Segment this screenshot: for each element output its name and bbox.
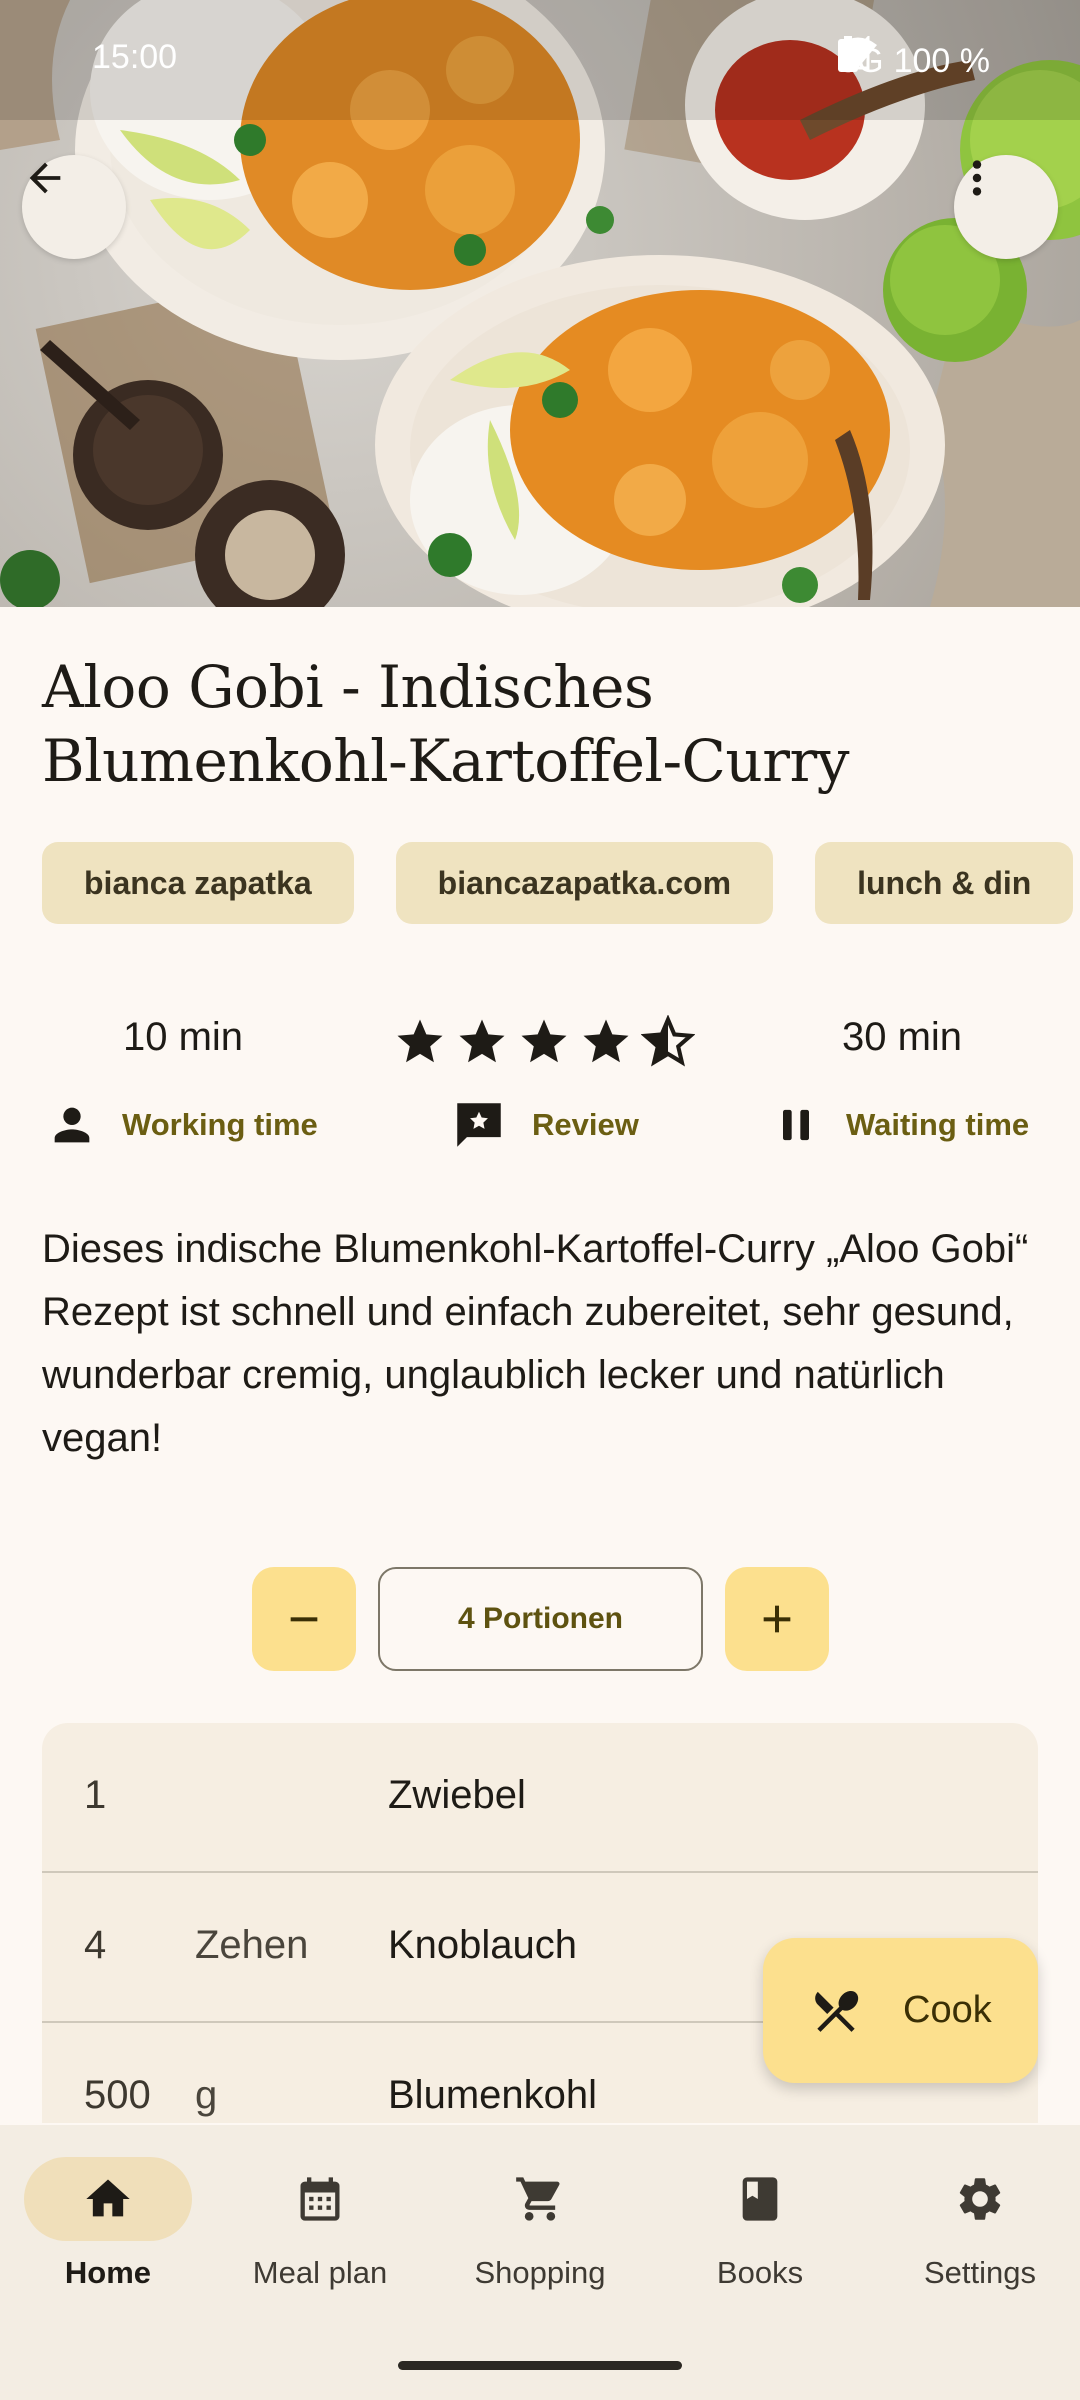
nav-label-shopping: Shopping [474, 2255, 606, 2290]
ingredient-name: Zwiebel [388, 1773, 526, 1817]
book-icon [742, 2177, 778, 2221]
plus-icon [763, 1605, 791, 1633]
star-full-icon [521, 1019, 567, 1063]
tag-chip-author[interactable]: bianca zapatka [42, 842, 354, 924]
nav-item-shopping[interactable]: Shopping [432, 2125, 648, 2325]
recipe-hero-image: 15:00 3G 100 % [0, 0, 1080, 607]
waiting-time-label-row: Waiting time [770, 1095, 1029, 1155]
status-bar: 15:00 3G 100 % [0, 0, 1080, 120]
nav-item-meal-plan[interactable]: Meal plan [212, 2125, 428, 2325]
calendar-icon [300, 2177, 340, 2221]
working-time-value: 10 min [122, 1015, 244, 1059]
recipe-title-line2: Blumenkohl-Kartoffel-Curry [42, 727, 850, 795]
arrow-back-icon [29, 162, 61, 194]
battery-level: 100 % [893, 41, 990, 80]
increase-portions-button[interactable] [725, 1567, 829, 1671]
ingredient-unit: Zehen [195, 1923, 309, 1967]
status-time: 15:00 [92, 38, 178, 76]
nav-icon-container [456, 2157, 624, 2241]
ingredient-amount: 4 [84, 1923, 107, 1967]
restaurant-icon [815, 1990, 859, 2032]
gesture-home-indicator[interactable] [398, 2361, 682, 2370]
nav-label-meal-plan: Meal plan [252, 2255, 388, 2290]
nav-icon-container [676, 2157, 844, 2241]
ingredient-row: 1 Zwiebel [42, 1723, 1038, 1873]
star-full-icon [459, 1019, 505, 1063]
nav-item-home[interactable]: Home [0, 2125, 216, 2325]
rating-stars[interactable] [393, 1015, 703, 1069]
nav-item-settings[interactable]: Settings [872, 2125, 1080, 2325]
more-vert-icon [972, 160, 982, 196]
ingredient-amount: 500 [84, 2073, 151, 2117]
review-button[interactable]: Review [450, 1095, 639, 1155]
nav-icon-container [236, 2157, 404, 2241]
more-options-button[interactable] [954, 155, 1058, 259]
recipe-tags: bianca zapatka biancazapatka.com lunch &… [42, 842, 1074, 924]
waiting-time-value: 30 min [841, 1015, 963, 1059]
cart-icon [516, 2177, 560, 2221]
status-icons: 3G 100 % [838, 36, 990, 86]
ingredient-name: Blumenkohl [388, 2073, 598, 2117]
nav-icon-container [896, 2157, 1064, 2241]
working-time-label-row: Working time [46, 1095, 318, 1155]
decrease-portions-button[interactable] [252, 1567, 356, 1671]
bottom-navigation: Home Meal plan Shopping Books Settings [0, 2125, 1080, 2400]
tag-chip-source[interactable]: biancazapatka.com [395, 842, 774, 924]
rate-review-icon [457, 1103, 501, 1147]
waiting-time-label: Waiting time [846, 1107, 1030, 1142]
nav-label-home: Home [64, 2255, 152, 2290]
nav-label-books: Books [716, 2255, 804, 2290]
battery-icon [838, 36, 859, 72]
home-icon [86, 2179, 130, 2217]
recipe-title: Aloo Gobi - Indisches Blumenkohl-Kartoff… [42, 650, 1042, 798]
back-button[interactable] [22, 155, 126, 259]
star-half-icon [641, 1015, 695, 1067]
cook-button[interactable]: Cook [763, 1938, 1038, 2083]
tag-chip-category[interactable]: lunch & din [815, 842, 1074, 924]
review-label: Review [532, 1107, 639, 1142]
gear-icon [959, 2178, 1001, 2220]
cook-button-label: Cook [903, 1989, 992, 2031]
star-full-icon [583, 1019, 629, 1063]
person-icon [54, 1107, 90, 1143]
star-full-icon [397, 1019, 443, 1063]
minus-icon [290, 1617, 318, 1622]
nav-active-indicator [24, 2157, 192, 2241]
nav-label-settings: Settings [923, 2255, 1036, 2290]
ingredient-unit: g [195, 2073, 218, 2117]
recipe-description: Dieses indische Blumenkohl-Kartoffel-Cur… [42, 1227, 1029, 1460]
ingredient-name: Knoblauch [388, 1923, 578, 1967]
ingredient-amount: 1 [84, 1773, 107, 1817]
recipe-title-line1: Aloo Gobi - Indisches [42, 653, 654, 721]
pause-icon [783, 1109, 809, 1141]
working-time-label: Working time [122, 1107, 318, 1142]
nav-item-books[interactable]: Books [652, 2125, 868, 2325]
portions-field[interactable]: 4 Portionen [378, 1567, 703, 1671]
